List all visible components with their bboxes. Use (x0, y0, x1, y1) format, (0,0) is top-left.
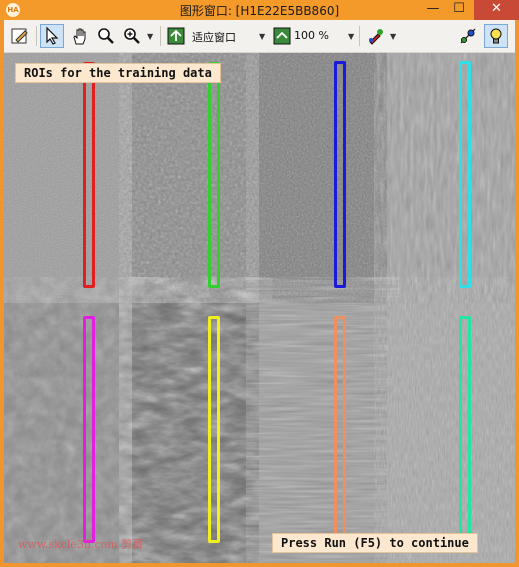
minimize-button[interactable]: — (420, 0, 446, 20)
lightbulb-icon[interactable] (484, 24, 508, 48)
roi-rectangle-magenta (83, 316, 95, 543)
tile-5 (4, 303, 132, 563)
color-picker-icon[interactable] (364, 24, 388, 48)
tile-8 (387, 303, 515, 563)
roi-rectangle-red (83, 62, 95, 288)
zoom-mode-select[interactable]: 适应窗口 (192, 29, 236, 45)
color-dropdown-arrow[interactable]: ▼ (390, 32, 396, 41)
continue-message: Press Run (F5) to continue (272, 533, 478, 553)
tile-6 (132, 303, 259, 563)
tile-4 (387, 53, 515, 303)
toolbar: ▼ 适应窗口 ▼ 100 % ▼ ▼ (4, 20, 515, 53)
pointer-icon[interactable] (40, 24, 64, 48)
title-bar[interactable]: HA 图形窗口: [H1E22E5BB860] — ☐ ✕ (0, 0, 519, 20)
roi-rectangle-blue (334, 61, 346, 288)
zoom-in-icon[interactable] (120, 24, 144, 48)
zoom-percent-icon[interactable] (270, 24, 294, 48)
tile-3 (259, 53, 387, 303)
roi-rectangle-yellow (208, 316, 220, 543)
image-canvas[interactable]: ROIs for the training data Press Run (F5… (4, 53, 515, 563)
watermark: www.skcle3ll.com 剪哥 (18, 538, 144, 551)
edit-icon[interactable] (8, 24, 32, 48)
tile-7 (259, 303, 387, 563)
pixel-info-icon[interactable] (456, 24, 480, 48)
zoom-mode-dropdown-arrow[interactable]: ▼ (259, 32, 265, 41)
texture-tiles (4, 53, 515, 563)
hand-icon[interactable] (68, 24, 92, 48)
roi-caption: ROIs for the training data (15, 63, 221, 83)
zoom-tool-dropdown-arrow[interactable]: ▼ (147, 32, 153, 41)
toolbar-separator (160, 26, 161, 46)
graphics-window: HA 图形窗口: [H1E22E5BB860] — ☐ ✕ ▼ 适应窗口 ▼ 1… (0, 0, 519, 567)
zoom-percent-select[interactable]: 100 % (294, 29, 329, 42)
tile-2 (132, 53, 259, 303)
roi-rectangle-cyan (459, 61, 471, 288)
close-button[interactable]: ✕ (474, 0, 519, 20)
zoom-percent-dropdown-arrow[interactable]: ▼ (348, 32, 354, 41)
magnifier-icon[interactable] (94, 24, 118, 48)
maximize-button[interactable]: ☐ (446, 0, 472, 20)
fit-window-icon[interactable] (164, 24, 188, 48)
toolbar-separator (359, 26, 360, 46)
roi-rectangle-orange (334, 316, 346, 543)
toolbar-separator (36, 26, 37, 46)
roi-rectangle-spring-green (459, 316, 471, 543)
roi-rectangle-green (208, 62, 220, 288)
tile-1 (4, 53, 132, 303)
